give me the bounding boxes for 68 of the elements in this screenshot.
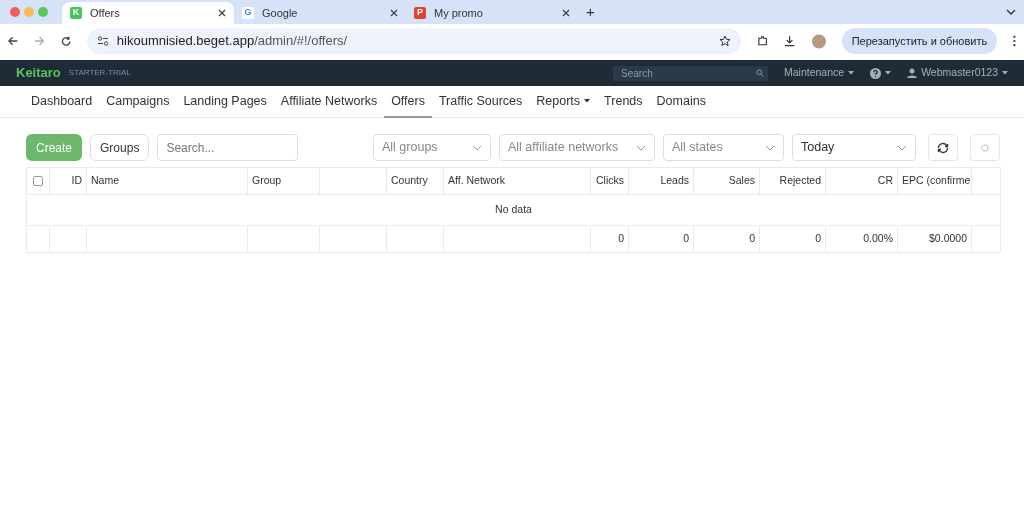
back-icon[interactable] <box>8 36 19 46</box>
menu-tab[interactable]: Domains <box>649 86 713 118</box>
reload-icon[interactable] <box>60 35 71 47</box>
total-cell: 0 <box>815 232 821 245</box>
chevron-down-icon <box>765 144 775 151</box>
maintenance-menu[interactable]: Maintenance <box>784 65 845 81</box>
tab-list-icon[interactable] <box>1006 9 1016 15</box>
menu-tab[interactable]: Trends <box>597 86 650 118</box>
profile-avatar[interactable] <box>811 33 826 49</box>
column-header[interactable]: ID <box>71 174 82 187</box>
filter-dropdown[interactable]: All affiliate networks <box>499 134 655 161</box>
menu-tab[interactable]: Campaigns <box>99 86 177 118</box>
restart-update-button[interactable]: Перезапустить и обновить <box>841 28 998 54</box>
user-icon <box>907 68 918 78</box>
edition-label: STARTER-TRIAL <box>68 67 131 79</box>
site-favicon: G <box>242 7 254 19</box>
browser-tab[interactable]: K Offers <box>62 2 234 24</box>
total-cell: 0 <box>618 232 624 245</box>
select-all-checkbox[interactable] <box>33 176 43 187</box>
site-settings-icon[interactable] <box>96 36 109 46</box>
filter-dropdown[interactable]: All groups <box>373 134 491 161</box>
site-favicon: P <box>414 7 426 19</box>
download-icon[interactable] <box>784 35 796 47</box>
browser-tab[interactable]: P My promo <box>406 2 578 24</box>
column-header[interactable]: CR <box>877 174 893 187</box>
column-header[interactable]: Aff. Network <box>448 174 505 187</box>
close-icon[interactable] <box>390 9 398 17</box>
new-tab-button[interactable]: + <box>586 0 595 24</box>
total-cell: 0 <box>683 232 689 245</box>
browser-tab[interactable]: G Google <box>234 2 406 24</box>
close-window-icon[interactable] <box>10 7 20 17</box>
user-menu[interactable]: Webmaster0123 <box>921 65 998 81</box>
chevron-down-icon <box>636 144 646 151</box>
menu-tab[interactable]: Traffic Sources <box>431 86 530 118</box>
menu-tab[interactable]: Offers <box>384 86 432 118</box>
total-cell: 0.00% <box>863 232 893 245</box>
total-cell: 0 <box>749 232 755 245</box>
close-icon[interactable] <box>218 9 226 17</box>
app-logo[interactable]: Keitaro <box>16 63 61 83</box>
menu-tab[interactable]: Reports <box>529 86 598 118</box>
empty-message: No data <box>495 203 532 216</box>
chevron-down-icon <box>472 144 482 151</box>
refresh-button[interactable] <box>928 134 958 161</box>
help-icon <box>870 67 882 79</box>
search-field[interactable]: Search... <box>157 134 299 161</box>
menu-tab[interactable]: Affiliate Networks <box>273 86 385 118</box>
menu-tab[interactable]: Dashboard <box>24 86 100 118</box>
groups-button[interactable]: Groups <box>90 134 150 161</box>
column-header[interactable]: Sales <box>728 174 755 187</box>
filter-dropdown[interactable]: All states <box>663 134 784 161</box>
help-menu[interactable] <box>870 67 892 79</box>
site-favicon: K <box>70 7 82 19</box>
filter-dropdown[interactable]: Today <box>792 134 916 161</box>
column-header[interactable]: Group <box>252 174 282 187</box>
caret-icon <box>1002 71 1008 75</box>
menu-tab[interactable]: Landing Pages <box>176 86 274 118</box>
close-icon[interactable] <box>562 9 570 17</box>
chevron-down-icon <box>897 144 907 151</box>
caret-icon <box>885 71 892 75</box>
menu-icon[interactable] <box>1013 35 1017 47</box>
address-bar[interactable]: hikoumnisied.beget.app/admin/#!/offers/ <box>86 28 742 54</box>
caret-icon <box>848 71 855 75</box>
bookmark-star-icon[interactable] <box>719 35 732 47</box>
refresh-icon <box>937 141 949 154</box>
search-icon <box>756 69 764 77</box>
total-cell: $0.0000 <box>929 232 967 245</box>
column-header[interactable]: Name <box>91 174 119 187</box>
settings-icon <box>981 143 989 152</box>
